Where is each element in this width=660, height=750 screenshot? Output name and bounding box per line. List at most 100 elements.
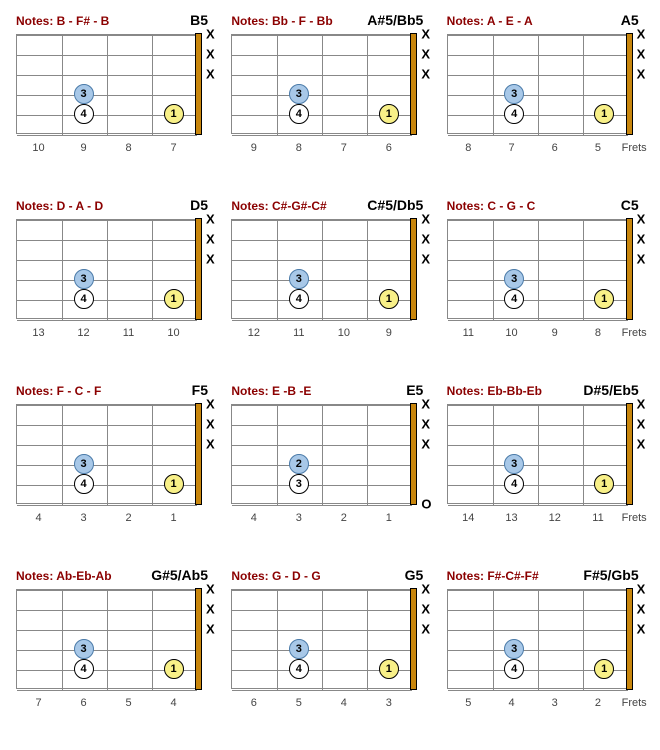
finger-number: 3 <box>296 478 302 490</box>
chord-diagram: Notes: F#-C#-F#F#5/Gb5431XXX5432Frets <box>443 567 643 732</box>
notes-label: Notes: F - C - F <box>16 384 101 398</box>
mute-icon: X <box>637 397 646 412</box>
string-line <box>448 320 628 321</box>
finger-number: 1 <box>386 663 392 675</box>
nut-bar <box>195 33 202 135</box>
finger-number: 4 <box>80 108 86 120</box>
chord-header: Notes: D - A - DD5 <box>12 197 212 213</box>
fret-number-row: 5432Frets <box>447 697 647 709</box>
notes-label: Notes: C - G - C <box>447 199 536 213</box>
finger-number: 4 <box>296 293 302 305</box>
finger-number: 4 <box>296 108 302 120</box>
mute-icon: X <box>637 622 646 637</box>
mute-icon: X <box>421 47 430 62</box>
finger-number: 1 <box>386 108 392 120</box>
fret-line <box>152 590 153 690</box>
fret-number: 11 <box>447 327 490 339</box>
fret-line <box>277 405 278 505</box>
finger-dot: 4 <box>504 104 524 124</box>
notes-label: Notes: E -B -E <box>231 384 311 398</box>
finger-number: 3 <box>296 643 302 655</box>
nut-bar <box>626 588 633 690</box>
mute-icon: X <box>206 47 215 62</box>
chord-grid: Notes: B - F# - BB5431XXX10987Notes: Bb … <box>12 12 648 732</box>
fret-number: 14 <box>447 512 490 524</box>
string-line <box>232 690 412 691</box>
fret-number: 2 <box>321 512 366 524</box>
mute-icon: X <box>637 212 646 227</box>
fret-line <box>583 220 584 320</box>
string-line <box>448 690 628 691</box>
frets-word: Frets <box>622 512 647 524</box>
chord-diagram: Notes: C - G - CC5431XXX111098Frets <box>443 197 643 362</box>
finger-dot: 3 <box>289 84 309 104</box>
finger-dot: 4 <box>74 104 94 124</box>
chord-name: C#5/Db5 <box>367 197 423 213</box>
finger-number: 4 <box>80 663 86 675</box>
fret-number: 5 <box>276 697 321 709</box>
fret-line <box>493 220 494 320</box>
finger-dot: 1 <box>594 474 614 494</box>
fret-number: 2 <box>576 697 619 709</box>
finger-number: 4 <box>80 293 86 305</box>
chord-header: Notes: B - F# - BB5 <box>12 12 212 28</box>
fret-line <box>152 220 153 320</box>
fretboard-wrap: 431XXX4321 <box>16 404 202 514</box>
fret-number: 6 <box>231 697 276 709</box>
finger-number: 3 <box>511 643 517 655</box>
fret-number: 5 <box>106 697 151 709</box>
fret-line <box>538 590 539 690</box>
mute-icon: X <box>637 67 646 82</box>
fret-line <box>152 35 153 135</box>
nut-bar <box>626 33 633 135</box>
notes-label: Notes: Ab-Eb-Ab <box>16 569 112 583</box>
fret-number: 7 <box>321 142 366 154</box>
finger-dot: 3 <box>74 639 94 659</box>
finger-number: 4 <box>296 663 302 675</box>
fret-line <box>322 35 323 135</box>
mute-icon: X <box>206 622 215 637</box>
chord-header: Notes: C#-G#-C#C#5/Db5 <box>227 197 427 213</box>
mute-icon: X <box>637 252 646 267</box>
fret-number: 12 <box>61 327 106 339</box>
fret-number: 5 <box>576 142 619 154</box>
finger-number: 1 <box>170 663 176 675</box>
fret-number: 3 <box>61 512 106 524</box>
nut-bar <box>195 588 202 690</box>
chord-header: Notes: C - G - CC5 <box>443 197 643 213</box>
chord-diagram: Notes: A - E - AA5431XXX8765Frets <box>443 12 643 177</box>
fret-number: 4 <box>321 697 366 709</box>
mute-icon: X <box>421 252 430 267</box>
fret-number: 10 <box>151 327 196 339</box>
finger-number: 1 <box>170 108 176 120</box>
string-line <box>17 135 197 136</box>
fret-line <box>583 405 584 505</box>
finger-number: 3 <box>511 273 517 285</box>
fret-number: 9 <box>366 327 411 339</box>
fret-number: 12 <box>231 327 276 339</box>
finger-dot: 4 <box>74 289 94 309</box>
string-line <box>232 320 412 321</box>
fret-number: 1 <box>366 512 411 524</box>
fret-line <box>367 405 368 505</box>
finger-dot: 3 <box>504 84 524 104</box>
chord-name: D#5/Eb5 <box>583 382 638 398</box>
finger-dot: 3 <box>504 269 524 289</box>
fret-line <box>277 35 278 135</box>
notes-label: Notes: Bb - F - Bb <box>231 14 332 28</box>
mute-icon: X <box>206 212 215 227</box>
chord-header: Notes: A - E - AA5 <box>443 12 643 28</box>
finger-number: 4 <box>511 663 517 675</box>
finger-dot: 3 <box>74 269 94 289</box>
mute-icon: X <box>206 582 215 597</box>
fret-number: 6 <box>61 697 106 709</box>
mute-icon: X <box>206 252 215 267</box>
finger-dot: 4 <box>504 289 524 309</box>
finger-dot: 4 <box>74 474 94 494</box>
mute-icon: X <box>206 232 215 247</box>
mute-icon: X <box>421 232 430 247</box>
fret-number: 10 <box>321 327 366 339</box>
fret-number: 13 <box>16 327 61 339</box>
fret-number: 7 <box>151 142 196 154</box>
chord-header: Notes: F - C - FF5 <box>12 382 212 398</box>
